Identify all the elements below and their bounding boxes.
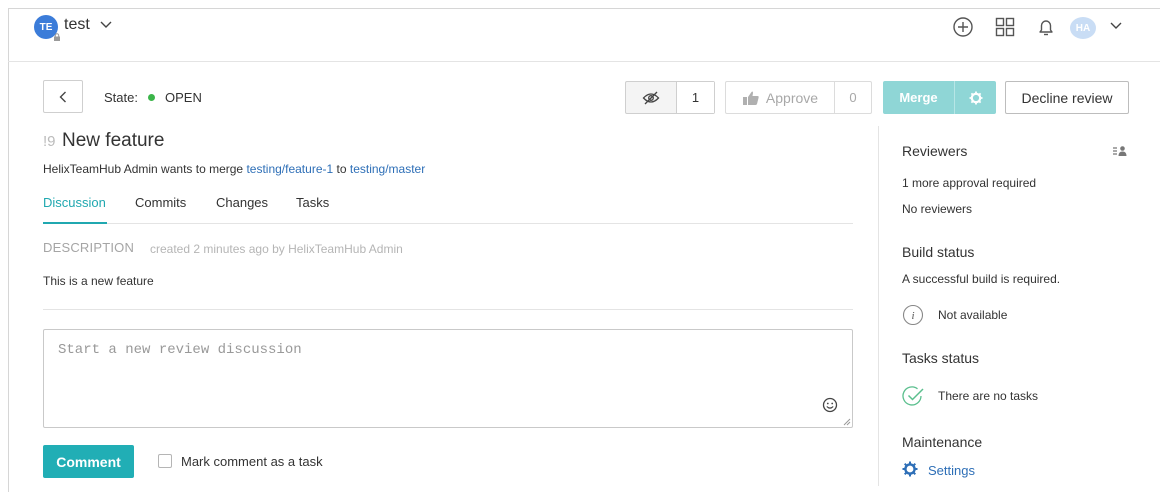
bell-icon[interactable] [1033, 14, 1059, 40]
build-status-value: Not available [938, 308, 1008, 322]
maintenance-heading: Maintenance [902, 434, 983, 450]
state-value: OPEN [165, 90, 202, 105]
review-discussion-input[interactable]: Start a new review discussion [43, 329, 853, 428]
thumbs-up-icon [742, 90, 759, 105]
approve-label: Approve [765, 89, 819, 106]
state-label: State: [104, 90, 138, 105]
watch-button[interactable]: 1 [625, 81, 715, 114]
tab-tasks[interactable]: Tasks [296, 195, 329, 210]
target-branch-link[interactable]: testing/master [350, 162, 425, 176]
merge-description: HelixTeamHub Admin wants to merge testin… [43, 162, 425, 176]
tab-discussion[interactable]: Discussion [43, 195, 106, 210]
watch-count: 1 [677, 82, 714, 113]
svg-text:i: i [911, 310, 914, 322]
eye-off-icon [642, 91, 660, 104]
settings-link[interactable]: Settings [928, 463, 975, 478]
sidebar-divider [878, 126, 879, 486]
add-circle-icon[interactable] [950, 14, 976, 40]
no-reviewers-text: No reviewers [902, 202, 973, 216]
tasks-status-heading: Tasks status [902, 350, 980, 366]
info-icon: i [902, 304, 924, 326]
review-number: !9 [43, 133, 56, 150]
approve-count: 0 [849, 90, 857, 105]
gear-icon[interactable] [902, 461, 918, 477]
review-tabs: Discussion Commits Changes Tasks [43, 195, 853, 224]
build-status-heading: Build status [902, 244, 975, 260]
resize-handle-icon[interactable] [843, 418, 851, 426]
lock-icon [54, 33, 60, 41]
task-checkbox[interactable] [158, 454, 172, 468]
active-tab-underline [43, 222, 107, 224]
chevron-left-icon [59, 91, 66, 102]
decline-review-button[interactable]: Decline review [1005, 81, 1129, 114]
task-checkbox-label[interactable]: Mark comment as a task [181, 454, 323, 469]
review-title: New feature [62, 130, 165, 151]
description-body: This is a new feature [43, 274, 154, 288]
emoji-icon[interactable] [822, 397, 838, 413]
tab-changes[interactable]: Changes [216, 195, 268, 210]
merge-button[interactable]: Merge [883, 81, 996, 114]
approval-required-text: 1 more approval required [902, 176, 1037, 190]
add-reviewer-icon[interactable] [1112, 145, 1128, 157]
comment-button[interactable]: Comment [43, 445, 134, 478]
user-avatar[interactable]: HA [1070, 17, 1096, 39]
chevron-down-icon[interactable] [100, 21, 112, 29]
state-indicator-dot [148, 94, 155, 101]
check-circle-icon [902, 386, 924, 406]
reviewers-heading: Reviewers [902, 143, 968, 159]
source-branch-link[interactable]: testing/feature-1 [246, 162, 333, 176]
build-requirement-text: A successful build is required. [902, 272, 1061, 286]
tasks-status-value: There are no tasks [938, 389, 1039, 403]
merge-label: Merge [883, 81, 955, 114]
back-button[interactable] [43, 80, 83, 113]
chevron-down-icon[interactable] [1110, 22, 1122, 30]
tab-commits[interactable]: Commits [135, 195, 186, 210]
description-heading: DESCRIPTION [43, 240, 135, 255]
section-divider [43, 309, 853, 310]
merge-to-text: to [336, 162, 347, 176]
description-meta: created 2 minutes ago by HelixTeamHub Ad… [150, 242, 403, 256]
project-name[interactable]: test [64, 16, 90, 34]
apps-grid-icon[interactable] [992, 14, 1018, 40]
approve-button[interactable]: Approve 0 [725, 81, 872, 114]
top-navbar [8, 8, 1160, 62]
gear-icon[interactable] [969, 91, 983, 105]
merge-prefix: HelixTeamHub Admin wants to merge [43, 162, 244, 176]
